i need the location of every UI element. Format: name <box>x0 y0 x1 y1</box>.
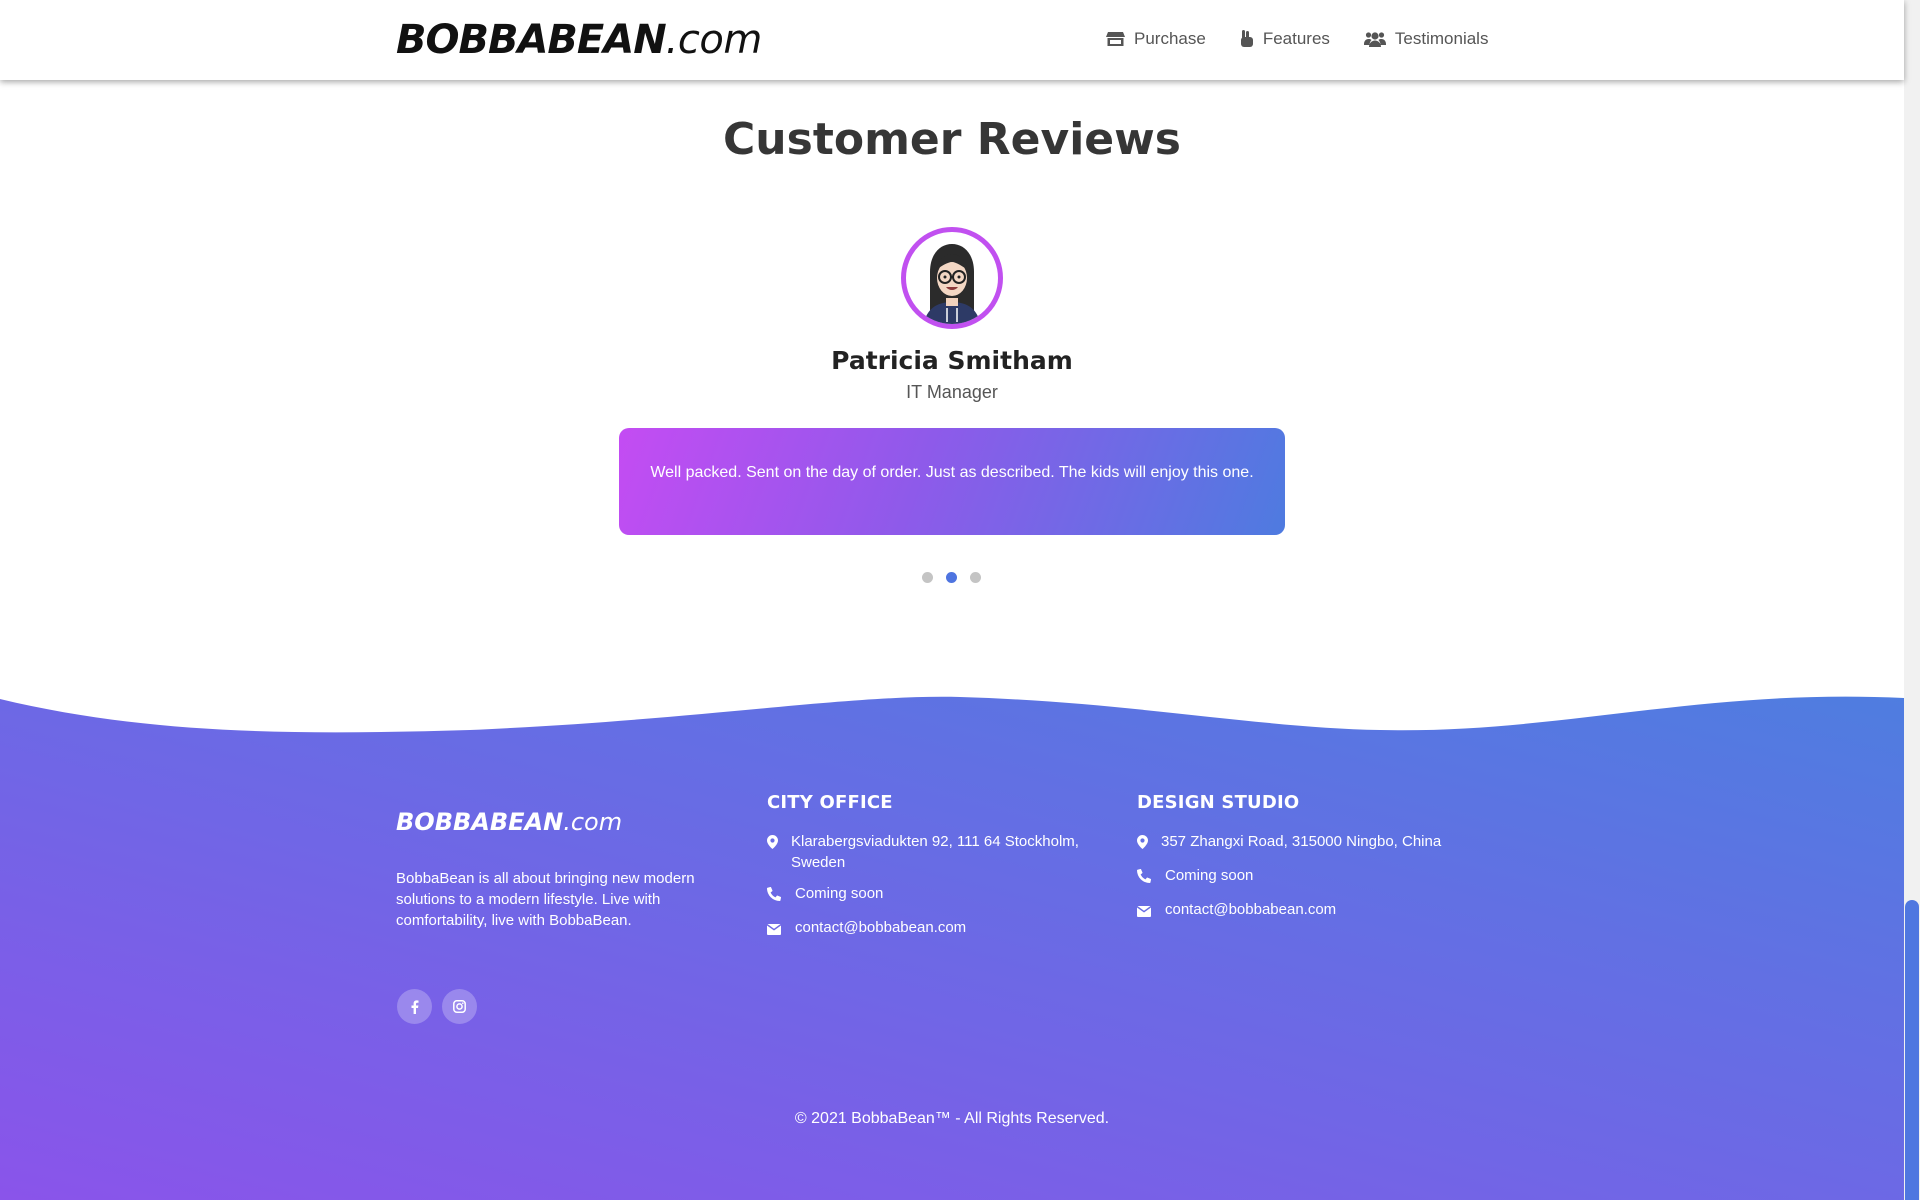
design-studio-phone-row: Coming soon <box>1137 865 1477 889</box>
footer: BOBBABEAN.com BobbaBean is all about bri… <box>0 0 1904 1200</box>
design-studio-address-row: 357 Zhangxi Road, 315000 Ningbo, China <box>1137 831 1477 855</box>
copyright-text: © 2021 BobbaBean™ - All Rights Reserved. <box>794 1110 1110 1127</box>
footer-about-text: BobbaBean is all about bringing new mode… <box>396 870 695 929</box>
city-office-address-row: Klarabergsviadukten 92, 111 64 Stockholm… <box>767 831 1107 873</box>
store-icon <box>1106 32 1125 46</box>
brand-logo[interactable]: BOBBABEAN.com <box>396 14 762 66</box>
nav-item-label: Features <box>1262 29 1330 48</box>
design-studio-phone: Coming soon <box>1165 867 1254 884</box>
design-studio-title: DESIGN STUDIO <box>1137 792 1300 813</box>
city-office-email[interactable]: contact@bobbabean.com <box>795 917 966 941</box>
design-studio-email-row[interactable]: contact@bobbabean.com <box>1137 899 1477 923</box>
city-office-column: CITY OFFICE Klarabergsviadukten 92, 111 … <box>767 792 1107 951</box>
nav-item-purchase[interactable]: Purchase <box>1106 24 1206 54</box>
phone-icon <box>767 883 795 907</box>
footer-brand-bold: BOBBABEAN <box>396 808 564 836</box>
city-office-phone: Coming soon <box>795 885 884 902</box>
envelope-icon <box>767 917 795 941</box>
design-studio-column: DESIGN STUDIO 357 Zhangxi Road, 315000 N… <box>1137 792 1477 933</box>
brand-logo-suffix: .com <box>665 17 763 63</box>
facebook-icon <box>411 999 418 1014</box>
footer-brand-suffix: .com <box>563 808 623 836</box>
nav-item-label: Purchase <box>1134 29 1206 48</box>
city-office-address: Klarabergsviadukten 92, 111 64 Stockholm… <box>791 833 1079 871</box>
city-office-email-row[interactable]: contact@bobbabean.com <box>767 917 1107 941</box>
city-office-title: CITY OFFICE <box>767 792 893 813</box>
nav-item-label: Testimonials <box>1394 29 1489 48</box>
scrollbar-thumb[interactable] <box>1905 900 1919 1200</box>
hand-peace-icon <box>1240 30 1253 47</box>
city-office-phone-row: Coming soon <box>767 883 1107 907</box>
envelope-icon <box>1137 899 1165 923</box>
users-icon <box>1363 32 1386 47</box>
navbar: BOBBABEAN.com Purchase Features Testimon… <box>0 0 1904 80</box>
facebook-link[interactable] <box>397 989 432 1024</box>
design-studio-address: 357 Zhangxi Road, 315000 Ningbo, China <box>1161 833 1442 850</box>
footer-brand-logo[interactable]: BOBBABEAN.com <box>396 808 622 836</box>
brand-logo-bold: BOBBABEAN <box>396 17 667 63</box>
nav-item-features[interactable]: Features <box>1240 24 1330 54</box>
nav-links: Purchase Features Testimonials <box>1106 24 1522 54</box>
instagram-icon <box>453 1000 466 1013</box>
phone-icon <box>1137 865 1165 889</box>
design-studio-email[interactable]: contact@bobbabean.com <box>1165 899 1336 923</box>
nav-item-testimonials[interactable]: Testimonials <box>1363 24 1489 54</box>
instagram-link[interactable] <box>442 989 477 1024</box>
